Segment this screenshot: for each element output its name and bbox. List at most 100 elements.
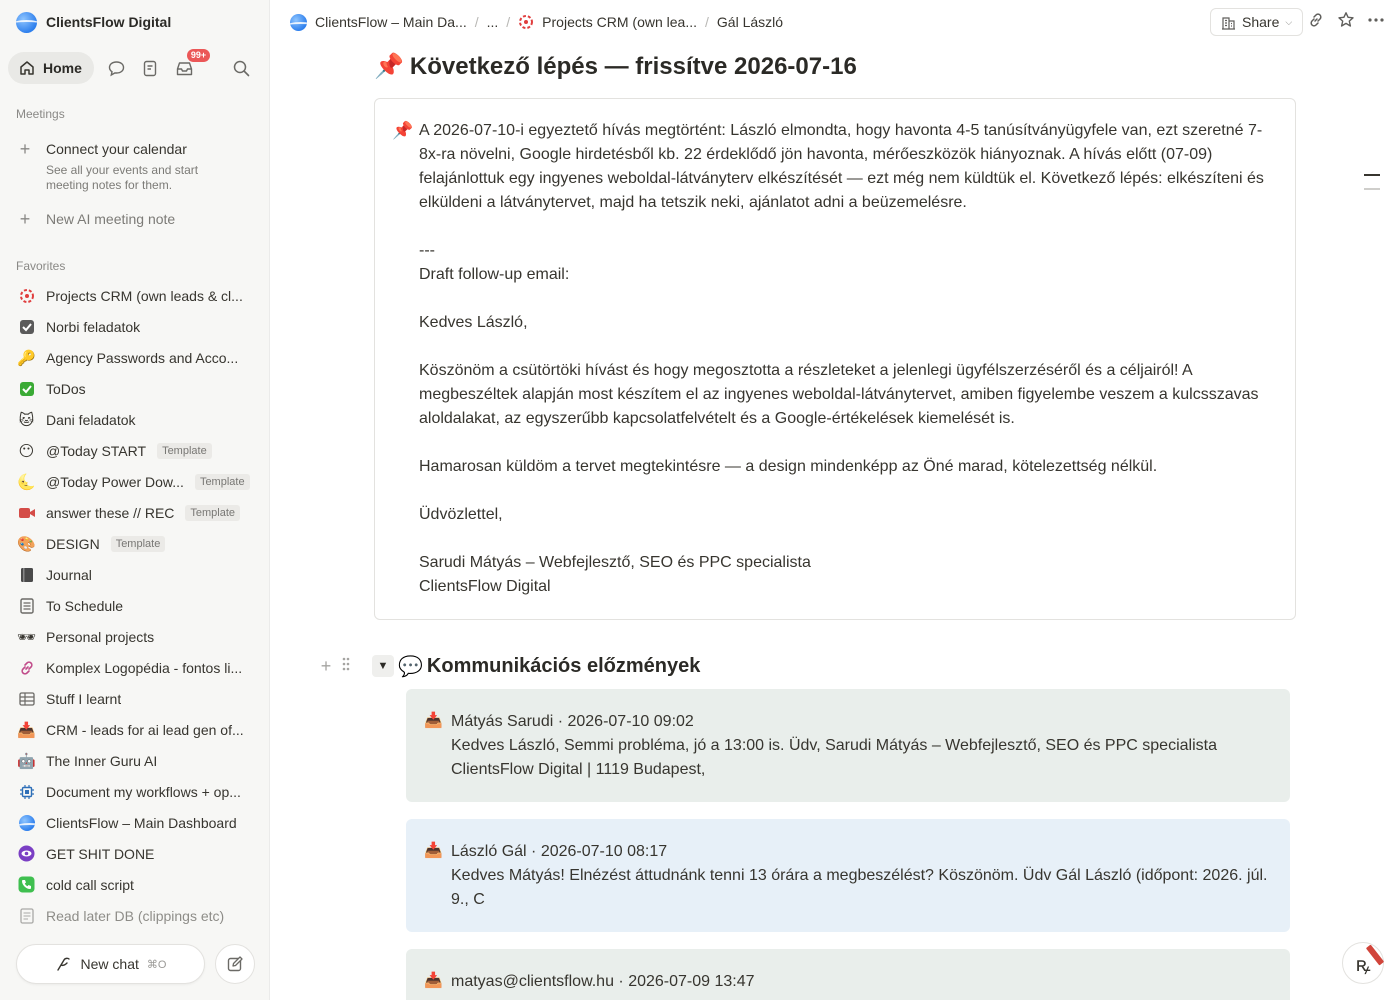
favorites-section-label: Favorites bbox=[16, 259, 66, 273]
sidebar-item-todos[interactable]: ToDos bbox=[16, 373, 262, 404]
sidebar-item-label: ClientsFlow – Main Dashboard bbox=[46, 814, 237, 831]
sidebar-item-answer-these-rec[interactable]: answer these // REC Template bbox=[16, 497, 262, 528]
sidebar-item-inner-guru-ai[interactable]: 🤖 The Inner Guru AI bbox=[16, 745, 262, 776]
message-header: László Gál · 2026-07-10 08:17 bbox=[451, 843, 668, 860]
globe-icon bbox=[16, 812, 37, 833]
ai-notes-icon[interactable] bbox=[140, 57, 162, 79]
table-of-contents-marker[interactable] bbox=[1364, 174, 1380, 176]
sidebar-item-agency-passwords[interactable]: 🔑 Agency Passwords and Acco... bbox=[16, 342, 262, 373]
table-of-contents-marker[interactable] bbox=[1364, 188, 1380, 190]
sidebar-item-journal[interactable]: Journal bbox=[16, 559, 262, 590]
sidebar-item-norbi-feladatok[interactable]: Norbi feladatok bbox=[16, 311, 262, 342]
sidebar-item-label: Document my workflows + op... bbox=[46, 783, 241, 800]
callout-paragraph bbox=[419, 527, 1279, 551]
sidebar-item-to-schedule[interactable]: To Schedule bbox=[16, 590, 262, 621]
section-heading-text: Kommunikációs előzmények bbox=[426, 654, 701, 677]
sidebar-item-label: Dani feladatok bbox=[46, 411, 136, 428]
sidebar-item-today-power-down[interactable]: 🌜 @Today Power Dow... Template bbox=[16, 466, 262, 497]
breadcrumb-item-projects-crm[interactable]: Projects CRM (own lea... bbox=[512, 14, 703, 30]
sidebar-item-clientsflow-dashboard[interactable]: ClientsFlow – Main Dashboard bbox=[16, 807, 262, 838]
sidebar-item-crm-leads[interactable]: 📥 CRM - leads for ai lead gen of... bbox=[16, 714, 262, 745]
sidebar-item-design[interactable]: 🎨 DESIGN Template bbox=[16, 528, 262, 559]
breadcrumb-item-current-page[interactable]: Gál László bbox=[711, 14, 789, 30]
message-body: Kedves Mátyás! Elnézést áttudnánk tenni … bbox=[451, 867, 1268, 908]
building-icon bbox=[1222, 16, 1235, 30]
sidebar-item-read-later-db[interactable]: Read later DB (clippings etc) bbox=[16, 900, 262, 931]
breadcrumb-item-dashboard[interactable]: ClientsFlow – Main Da... bbox=[284, 13, 473, 31]
breadcrumb-separator: / bbox=[506, 14, 511, 30]
connect-calendar-desc: See all your events and start bbox=[46, 163, 199, 177]
connect-calendar[interactable]: + Connect your calendar See all your eve… bbox=[16, 140, 256, 193]
share-button[interactable]: Share ⌵ bbox=[1210, 8, 1304, 36]
inbox-tray-icon: 📥 bbox=[424, 972, 443, 989]
plus-icon: + bbox=[19, 139, 31, 159]
star-icon[interactable] bbox=[1337, 11, 1355, 34]
template-badge: Template bbox=[110, 535, 166, 552]
inbox-tray-icon: 📥 bbox=[17, 721, 36, 739]
message-header: matyas@clientsflow.hu · 2026-07-09 13:47 bbox=[451, 973, 755, 990]
sidebar-item-get-shit-done[interactable]: GET SHIT DONE bbox=[16, 838, 262, 869]
page-heading[interactable]: 📌 Következő lépés — frissítve 2026-07-16 bbox=[374, 52, 857, 81]
home-button[interactable]: Home bbox=[8, 52, 94, 84]
sidebar-item-personal-projects[interactable]: 🕶 Personal projects bbox=[16, 621, 262, 652]
inbox-icon[interactable]: 99+ bbox=[174, 49, 211, 79]
key-icon: 🔑 bbox=[17, 349, 36, 367]
copy-link-icon[interactable] bbox=[1307, 11, 1325, 34]
message-callout[interactable]: 📥 Mátyás Sarudi · 2026-07-10 09:02 Kedve… bbox=[406, 689, 1290, 802]
callout-paragraph: --- bbox=[419, 242, 435, 259]
ledger-icon bbox=[16, 595, 37, 616]
new-chat-shortcut: ⌘O bbox=[146, 958, 167, 971]
message-callout[interactable]: 📥 matyas@clientsflow.hu · 2026-07-09 13:… bbox=[406, 949, 1290, 1000]
plus-icon: + bbox=[19, 209, 31, 229]
breadcrumb-separator: / bbox=[474, 14, 479, 30]
sunglasses-icon: 🕶 bbox=[16, 628, 37, 646]
callout-block[interactable]: 📌 A 2026-07-10-i egyeztető hívás megtört… bbox=[374, 98, 1296, 620]
more-options-icon[interactable] bbox=[1367, 11, 1385, 34]
callout-text[interactable]: A 2026-07-10-i egyeztető hívás megtörtén… bbox=[419, 119, 1279, 599]
notebook-icon bbox=[16, 564, 37, 585]
inbox-tray-icon: 📥 bbox=[424, 712, 443, 729]
sidebar-item-dani-feladatok[interactable]: 🐱 Dani feladatok bbox=[16, 404, 262, 435]
home-icon bbox=[20, 61, 34, 75]
section-heading[interactable]: 💬 Kommunikációs előzmények bbox=[398, 654, 700, 679]
callout-paragraph: Hamarosan küldöm a tervet megtekintésre … bbox=[419, 458, 1158, 475]
new-ai-meeting-note[interactable]: + New AI meeting note bbox=[16, 210, 175, 228]
sidebar-top-nav: Home 99+ bbox=[8, 49, 262, 84]
workspace-switcher[interactable]: ClientsFlow Digital bbox=[16, 11, 171, 33]
ai-face-icon: ꝶ bbox=[1355, 953, 1371, 976]
new-page-button[interactable] bbox=[215, 944, 255, 984]
sidebar-item-label: Personal projects bbox=[46, 628, 155, 645]
moon-icon: 🌜 bbox=[17, 473, 36, 491]
sidebar-item-stuff-i-learnt[interactable]: Stuff I learnt bbox=[16, 683, 262, 714]
sidebar: ClientsFlow Digital Home 99+ Meetings + … bbox=[0, 0, 270, 1000]
sidebar-item-today-start[interactable]: 😶 @Today START Template bbox=[16, 435, 262, 466]
sidebar-item-label: Komplex Logopédia - fontos li... bbox=[46, 659, 243, 676]
add-block-icon[interactable]: + bbox=[316, 656, 336, 677]
sidebar-item-label: @Today Power Dow... bbox=[46, 473, 184, 490]
chat-bubble-icon[interactable] bbox=[106, 57, 128, 79]
meetings-section-label: Meetings bbox=[16, 107, 65, 121]
sidebar-item-label: ToDos bbox=[46, 380, 86, 397]
connect-calendar-label: Connect your calendar bbox=[46, 141, 187, 157]
ai-sparkle-icon bbox=[56, 957, 70, 971]
home-label: Home bbox=[43, 60, 82, 76]
new-chat-button[interactable]: New chat ⌘O bbox=[16, 944, 205, 984]
sidebar-item-projects-crm[interactable]: Projects CRM (own leads & cl... bbox=[16, 280, 262, 311]
chevron-down-icon: ⌵ bbox=[1285, 16, 1293, 27]
drag-handle-icon[interactable] bbox=[336, 656, 356, 677]
sidebar-item-komplex-logopedia[interactable]: Komplex Logopédia - fontos li... bbox=[16, 652, 262, 683]
toggle-triangle-icon[interactable]: ▼ bbox=[372, 655, 394, 677]
sidebar-item-document-workflows[interactable]: Document my workflows + op... bbox=[16, 776, 262, 807]
crm-icon bbox=[16, 285, 37, 306]
sidebar-item-cold-call-script[interactable]: cold call script bbox=[16, 869, 262, 900]
message-callout[interactable]: 📥 László Gál · 2026-07-10 08:17 Kedves M… bbox=[406, 819, 1290, 932]
table-icon bbox=[16, 688, 37, 709]
callout-paragraph: ClientsFlow Digital bbox=[419, 578, 551, 595]
search-icon[interactable] bbox=[230, 57, 252, 79]
sidebar-item-label: Agency Passwords and Acco... bbox=[46, 349, 239, 366]
sidebar-item-label: Norbi feladatok bbox=[46, 318, 141, 335]
speech-bubble-icon: 💬 bbox=[398, 655, 423, 678]
breadcrumb-ellipsis[interactable]: ... bbox=[481, 14, 505, 30]
pushpin-icon: 📌 bbox=[374, 53, 404, 80]
checkbox-icon bbox=[16, 316, 37, 337]
